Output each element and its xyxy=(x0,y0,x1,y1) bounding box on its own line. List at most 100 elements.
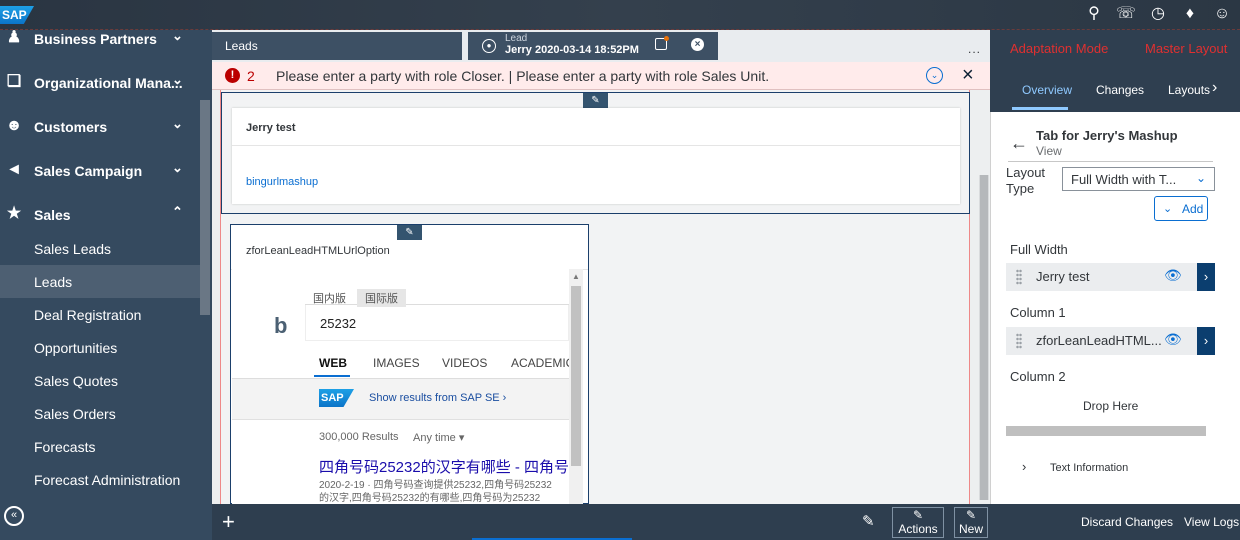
nav-group-label: Sales xyxy=(34,207,71,223)
tab-changes[interactable]: Changes xyxy=(1096,83,1144,97)
results-count: 300,000 Results xyxy=(319,431,399,443)
layout-item-jerry-test[interactable]: Jerry test 👁 › xyxy=(1006,263,1215,291)
new-button[interactable]: ✎ New xyxy=(954,507,988,538)
nav-item-deal-registration[interactable]: Deal Registration xyxy=(0,298,200,331)
scroll-up-icon[interactable]: ▲ xyxy=(572,272,580,281)
bell-icon[interactable]: ♦ xyxy=(1180,4,1200,24)
edit-icon: ✎ xyxy=(965,508,977,522)
add-icon[interactable]: + xyxy=(222,509,235,535)
actions-button[interactable]: ✎ Actions xyxy=(892,507,944,538)
bing-nav-indicator xyxy=(314,375,350,377)
footer-toolbar: + ✎ ✎ Actions ✎ New xyxy=(212,504,990,540)
tab-overview[interactable]: Overview xyxy=(1022,83,1072,97)
scroll-thumb[interactable] xyxy=(571,286,581,466)
edit-card-icon[interactable]: ✎ xyxy=(397,225,422,240)
overflow-icon[interactable]: ... xyxy=(968,42,981,56)
error-count: 2 xyxy=(247,68,255,84)
sales-icon: ★ xyxy=(6,205,22,222)
edit-icon: ✎ xyxy=(912,508,924,522)
chevron-down-icon: ⌄ xyxy=(172,72,183,87)
nav-item-sales-quotes[interactable]: Sales Quotes xyxy=(0,364,200,397)
bing-query[interactable]: 25232 xyxy=(320,316,356,331)
eye-icon[interactable]: 👁 xyxy=(1164,331,1182,348)
result-title-link[interactable]: 四角号码25232的汉字有哪些 - 四角号 xyxy=(319,456,569,477)
nav-item-label: Leads xyxy=(34,274,73,290)
close-errors-icon[interactable]: × xyxy=(962,64,974,87)
navigate-arrow-icon[interactable]: › xyxy=(1197,263,1215,291)
nav-item-sales-orders[interactable]: Sales Orders xyxy=(0,397,200,430)
nav-group-customers[interactable]: ☻ Customers ⌄ xyxy=(0,106,200,150)
nav-group-label: Customers xyxy=(34,119,108,135)
tab-leads[interactable]: Leads xyxy=(212,32,462,60)
side-navigation: ♟ Business Partners ⌄ ❏ Organizational M… xyxy=(0,28,212,540)
any-time-dropdown[interactable]: Any time ▾ xyxy=(413,431,464,444)
card-title: Jerry test xyxy=(246,122,296,134)
show-results-link[interactable]: Show results from SAP SE › xyxy=(369,392,506,404)
discard-changes-button[interactable]: Discard Changes xyxy=(1081,515,1173,529)
view-logs-button[interactable]: View Logs xyxy=(1184,515,1239,529)
bing-logo-icon: b xyxy=(274,313,288,338)
nav-item-forecasts[interactable]: Forecasts xyxy=(0,430,200,463)
tab-indicator xyxy=(1012,107,1068,110)
canvas-scrollbar[interactable] xyxy=(979,175,989,500)
card-jerry-test[interactable]: Jerry test bingurlmashup xyxy=(232,108,960,204)
drag-handle-icon[interactable] xyxy=(1016,333,1022,349)
column2-heading: Column 2 xyxy=(1010,369,1066,384)
eye-icon[interactable]: 👁 xyxy=(1164,267,1182,284)
lead-icon: ● xyxy=(482,39,496,53)
collapse-nav-icon[interactable]: « xyxy=(4,506,24,526)
drag-handle-icon[interactable] xyxy=(1016,269,1022,285)
panel-title: Tab for Jerry's Mashup xyxy=(1036,128,1178,143)
nav-scrollbar[interactable] xyxy=(200,100,210,315)
expand-errors-icon[interactable]: ⌄ xyxy=(926,67,943,84)
frame-scrollbar[interactable]: ▲ xyxy=(569,269,583,504)
close-tab-icon[interactable]: × xyxy=(691,38,704,51)
organization-icon: ❏ xyxy=(6,73,22,90)
tab-lead-detail[interactable]: ● Lead Jerry 2020-03-14 18:52PM × xyxy=(468,32,718,60)
layout-item-zforleanlead[interactable]: zforLeanLeadHTML... 👁 › xyxy=(1006,327,1215,355)
bing-nav-web[interactable]: WEB xyxy=(319,356,347,370)
text-information-expander[interactable]: › Text Information xyxy=(1022,459,1128,474)
mashup-link[interactable]: bingurlmashup xyxy=(246,176,318,188)
card-title: zforLeanLeadHTMLUrlOption xyxy=(246,245,390,257)
nav-item-forecast-administration[interactable]: Forecast Administration xyxy=(0,463,200,496)
chevron-right-icon[interactable]: › xyxy=(1212,79,1217,97)
bing-nav-videos[interactable]: VIDEOS xyxy=(442,356,487,370)
drop-here-zone[interactable]: Drop Here xyxy=(1083,399,1138,413)
customers-icon: ☻ xyxy=(5,117,23,134)
clock-icon[interactable]: ◷ xyxy=(1148,4,1168,24)
nav-item-sales-leads[interactable]: Sales Leads xyxy=(0,232,200,265)
headset-icon[interactable]: ☏ xyxy=(1116,4,1136,24)
search-icon[interactable]: ⚲ xyxy=(1084,4,1104,24)
scroll-thumb[interactable] xyxy=(980,175,988,500)
bing-nav-images[interactable]: IMAGES xyxy=(373,356,420,370)
nav-item-label: Forecasts xyxy=(34,439,96,455)
back-arrow-icon[interactable]: ← xyxy=(1010,133,1028,154)
result-snippet: 的汉字,四角号码25232的有哪些,四角号码为25232 xyxy=(319,493,541,504)
add-button[interactable]: ⌄ Add xyxy=(1154,196,1208,221)
navigate-arrow-icon[interactable]: › xyxy=(1197,327,1215,355)
chevron-down-icon: ⌄ xyxy=(172,116,183,131)
nav-item-label: Deal Registration xyxy=(34,307,142,323)
nav-item-label: Forecast Administration xyxy=(34,472,181,488)
chevron-up-icon: ⌃ xyxy=(172,204,183,219)
edit-pencil-icon[interactable]: ✎ xyxy=(862,512,875,530)
tab-layouts[interactable]: Layouts xyxy=(1168,83,1210,97)
edit-section-icon[interactable]: ✎ xyxy=(583,93,608,108)
chevron-down-icon: ⌄ xyxy=(172,160,183,175)
embedded-bing-frame[interactable]: b 国内版 国际版 25232 WEB IMAGES VIDEOS ACADEM… xyxy=(232,269,569,504)
adaptation-header: Adaptation Mode Master Layout Overview C… xyxy=(990,30,1240,112)
user-icon[interactable]: ☺ xyxy=(1212,4,1232,24)
show-results-label: Show results from SAP SE xyxy=(369,392,500,404)
nav-group-organizational[interactable]: ❏ Organizational Mana... ⌄ xyxy=(0,62,200,106)
nav-item-leads[interactable]: Leads xyxy=(0,265,200,298)
bing-nav-academic[interactable]: ACADEMIC xyxy=(511,356,569,370)
error-message: Please enter a party with role Closer. |… xyxy=(276,68,770,84)
bing-tab-domestic[interactable]: 国内版 xyxy=(313,290,346,306)
layout-type-select[interactable]: Full Width with T... ⌄ xyxy=(1062,167,1215,191)
nav-group-business-partners[interactable]: ♟ Business Partners ⌄ xyxy=(0,18,200,62)
new-label: New xyxy=(958,522,983,536)
tab-title: Jerry 2020-03-14 18:52PM xyxy=(505,44,639,56)
nav-item-opportunities[interactable]: Opportunities xyxy=(0,331,200,364)
nav-group-sales-campaign[interactable]: ◄ Sales Campaign ⌄ xyxy=(0,150,200,194)
